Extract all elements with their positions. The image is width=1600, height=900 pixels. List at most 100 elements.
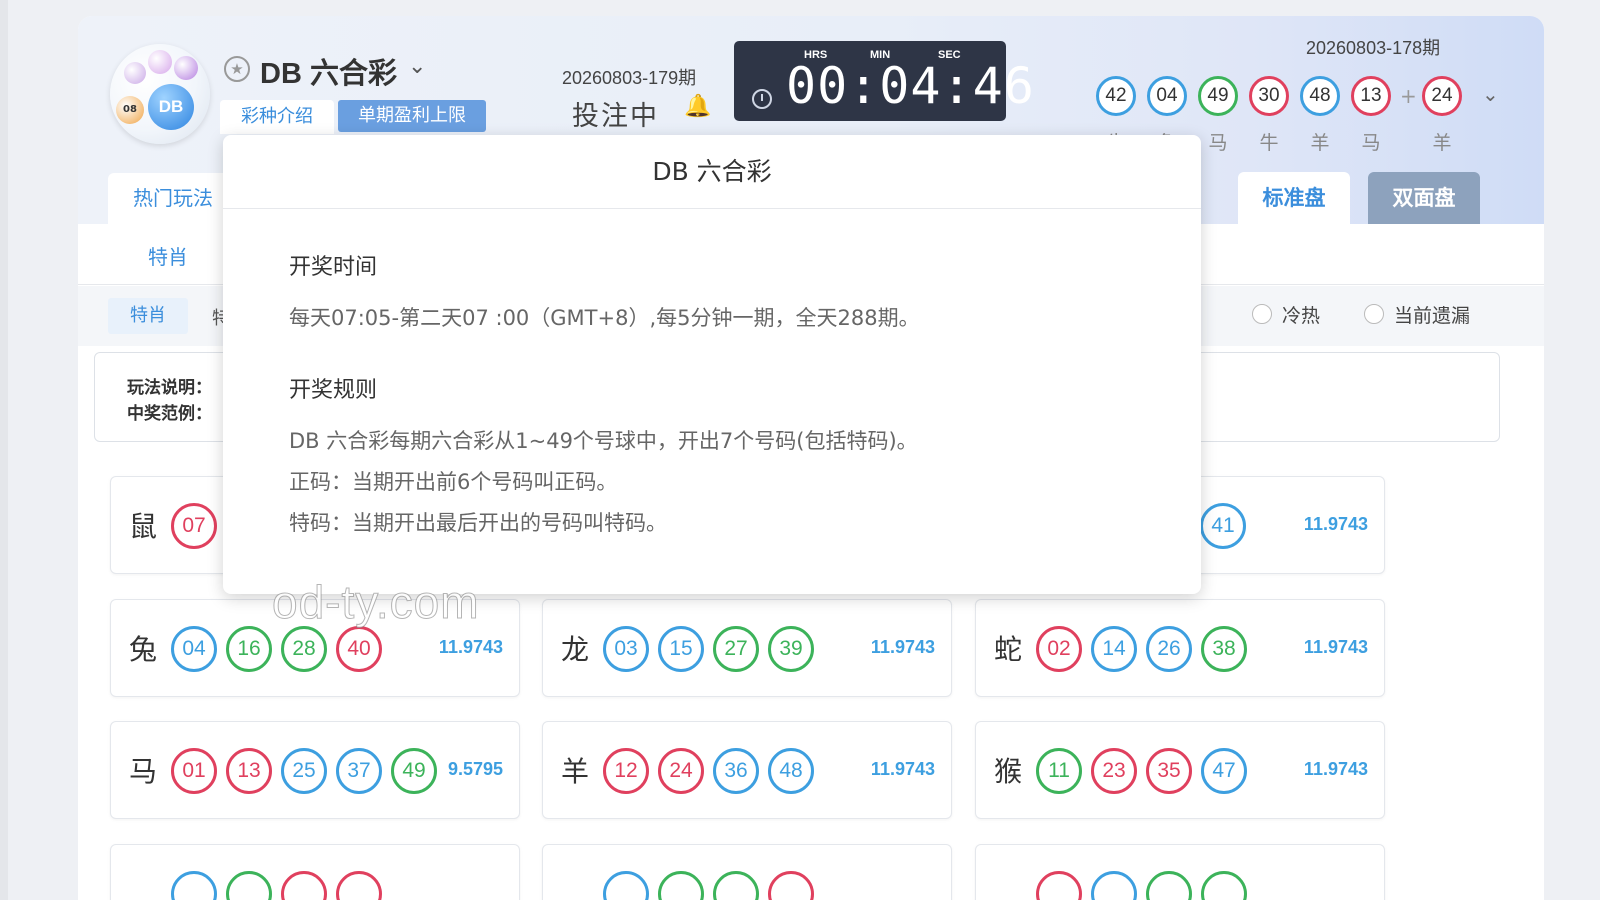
result-zodiac: 牛: [1259, 132, 1279, 154]
tab-hot-play[interactable]: 热门玩法: [108, 173, 238, 224]
card-zodiac-label: 羊: [561, 755, 590, 788]
number-ball[interactable]: 04: [171, 626, 217, 672]
radio-label-hot-cold[interactable]: 冷热: [1282, 301, 1320, 328]
card-odds: 11.9743: [870, 759, 935, 779]
number-ball[interactable]: [336, 871, 382, 900]
tab-standard[interactable]: 标准盘: [1238, 172, 1350, 224]
card-zodiac-label: 龙: [561, 633, 590, 666]
zodiac-card[interactable]: 蛇 02 14 26 38 11.9743: [975, 599, 1385, 697]
expand-results-icon[interactable]: ⌄: [1482, 82, 1499, 106]
popup-time-text: 每天07:05-第二天07 :00（GMT+8）,每5分钟一期，全天288期。: [289, 306, 920, 330]
number-ball[interactable]: 11: [1036, 748, 1082, 794]
card-odds: 11.9743: [1303, 759, 1368, 779]
countdown-timer: HRS MIN SEC 00:04:46: [734, 41, 1034, 121]
number-ball[interactable]: [1201, 871, 1247, 900]
number-ball[interactable]: [281, 871, 327, 900]
zodiac-card[interactable]: 马 01 13 25 37 49 9.5795: [110, 721, 520, 819]
radio-label-missing[interactable]: 当前遗漏: [1394, 301, 1470, 328]
number-ball[interactable]: 14: [1091, 626, 1137, 672]
watermark: od-ty.com: [272, 576, 480, 629]
betting-status: 投注中: [572, 101, 659, 132]
number-ball[interactable]: [1091, 871, 1137, 900]
popup-rule-line: 正码：当期开出前6个号码叫正码。: [289, 470, 618, 494]
number-ball[interactable]: 40: [336, 626, 382, 672]
number-ball[interactable]: 12: [603, 748, 649, 794]
number-ball[interactable]: 47: [1201, 748, 1247, 794]
result-ball: 49: [1198, 76, 1238, 116]
previous-issue: 20260803-178期: [1306, 38, 1441, 58]
number-ball[interactable]: 38: [1201, 626, 1247, 672]
number-ball[interactable]: [1036, 871, 1082, 900]
number-ball[interactable]: 36: [713, 748, 759, 794]
number-ball[interactable]: [226, 871, 272, 900]
subtab-chip-texiao[interactable]: 特肖: [108, 298, 188, 334]
card-odds: 11.9743: [438, 637, 503, 657]
zodiac-card[interactable]: 龙 03 15 27 39 11.9743: [542, 599, 952, 697]
popup-title: DB 六合彩: [223, 135, 1201, 209]
result-ball: 04: [1147, 76, 1187, 116]
game-intro-popup: DB 六合彩 开奖时间 每天07:05-第二天07 :00（GMT+8）,每5分…: [223, 135, 1201, 594]
popup-time-heading: 开奖时间: [289, 255, 378, 280]
alarm-clock-icon: [752, 89, 772, 109]
number-ball[interactable]: 26: [1146, 626, 1192, 672]
number-ball[interactable]: 13: [226, 748, 272, 794]
number-ball[interactable]: 03: [603, 626, 649, 672]
number-ball[interactable]: 35: [1146, 748, 1192, 794]
number-ball[interactable]: [713, 871, 759, 900]
number-ball[interactable]: [768, 871, 814, 900]
popup-rule-line: 特码：当期开出最后开出的号码叫特码。: [289, 511, 667, 535]
number-ball[interactable]: 41: [1200, 503, 1246, 549]
card-odds: 11.9743: [1303, 514, 1368, 534]
number-ball[interactable]: 23: [1091, 748, 1137, 794]
number-ball[interactable]: [1146, 871, 1192, 900]
number-ball[interactable]: 15: [658, 626, 704, 672]
number-ball[interactable]: 07: [171, 503, 217, 549]
special-result-zodiac: 羊: [1432, 132, 1452, 154]
logo-db-icon: DB: [148, 84, 194, 130]
special-result-ball: 24: [1422, 76, 1462, 116]
number-ball[interactable]: 39: [768, 626, 814, 672]
number-ball[interactable]: 27: [713, 626, 759, 672]
number-ball[interactable]: 24: [658, 748, 704, 794]
result-ball: 30: [1249, 76, 1289, 116]
number-ball[interactable]: [603, 871, 649, 900]
rule-desc-label: 玩法说明：: [127, 378, 212, 398]
number-ball[interactable]: [658, 871, 704, 900]
result-ball: 42: [1096, 76, 1136, 116]
number-ball[interactable]: 49: [391, 748, 437, 794]
card-odds: 11.9743: [1303, 637, 1368, 657]
number-ball[interactable]: 25: [281, 748, 327, 794]
zodiac-card[interactable]: [110, 844, 520, 900]
current-issue: 20260803-179期: [562, 68, 697, 88]
chevron-down-icon[interactable]: ⌄: [408, 54, 426, 79]
subtab-texiao[interactable]: 特肖: [148, 241, 188, 270]
favorite-star-icon[interactable]: ★: [224, 56, 250, 82]
popup-rule-line: DB 六合彩每期六合彩从1~49个号球中，开出7个号码(包括特码)。: [289, 429, 918, 453]
zodiac-card[interactable]: 羊 12 24 36 48 11.9743: [542, 721, 952, 819]
card-zodiac-label: 蛇: [994, 633, 1023, 666]
tab-double-sided[interactable]: 双面盘: [1368, 172, 1480, 224]
game-title[interactable]: DB 六合彩: [260, 50, 397, 92]
number-ball[interactable]: 01: [171, 748, 217, 794]
logo-ball-icon: [174, 56, 198, 80]
logo-ball-icon: [148, 50, 172, 74]
number-ball[interactable]: 28: [281, 626, 327, 672]
zodiac-card[interactable]: [975, 844, 1385, 900]
logo-ball-icon: [124, 62, 146, 84]
number-ball[interactable]: 16: [226, 626, 272, 672]
zodiac-card[interactable]: 猴 11 23 35 47 11.9743: [975, 721, 1385, 819]
tab-game-intro[interactable]: 彩种介绍: [220, 100, 334, 134]
number-ball[interactable]: 48: [768, 748, 814, 794]
radio-missing[interactable]: [1364, 304, 1384, 324]
rule-example-label: 中奖范例：: [127, 404, 212, 424]
number-ball[interactable]: 02: [1036, 626, 1082, 672]
radio-hot-cold[interactable]: [1252, 304, 1272, 324]
zodiac-card[interactable]: [542, 844, 952, 900]
number-ball[interactable]: 37: [336, 748, 382, 794]
bell-icon[interactable]: 🔔: [684, 94, 711, 119]
tab-profit-limit[interactable]: 单期盈利上限: [338, 100, 486, 132]
card-zodiac-label: 猴: [994, 755, 1023, 788]
card-zodiac-label: 马: [129, 755, 158, 788]
card-zodiac-label: 鼠: [129, 510, 158, 543]
number-ball[interactable]: [171, 871, 217, 900]
